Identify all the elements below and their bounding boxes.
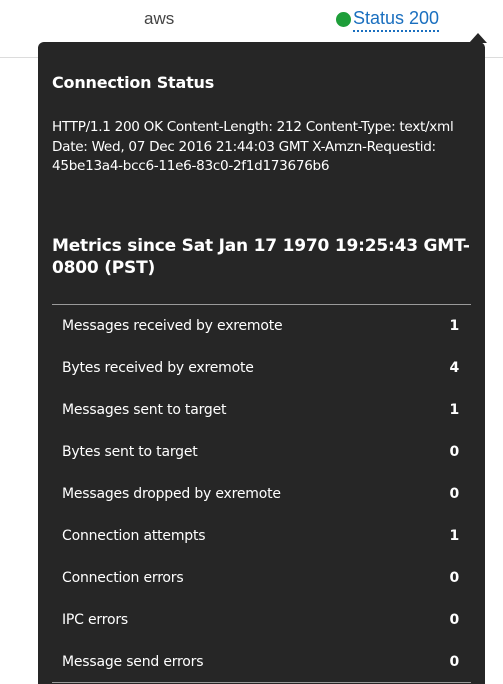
metric-row: IPC errors 0 (52, 599, 471, 641)
metric-value: 0 (449, 570, 459, 586)
metric-row: Messages dropped by exremote 0 (52, 473, 471, 515)
metrics-bottom-divider (52, 682, 471, 683)
status-label[interactable]: Status 200 (353, 7, 440, 32)
metric-label: IPC errors (62, 612, 128, 628)
host-label: aws (144, 9, 175, 28)
popover-title: Connection Status (52, 73, 215, 92)
metric-label: Connection attempts (62, 528, 206, 544)
metrics-title: Metrics since Sat Jan 17 1970 19:25:43 G… (52, 236, 470, 278)
metric-value: 4 (449, 360, 459, 376)
metric-label: Connection errors (62, 570, 184, 586)
metric-label: Message send errors (62, 654, 204, 670)
metric-value: 0 (449, 612, 459, 628)
metric-value: 1 (449, 318, 459, 334)
connection-status-popover: Connection Status HTTP/1.1 200 OK Conten… (38, 33, 487, 684)
metric-label: Messages dropped by exremote (62, 486, 281, 502)
page: aws Status 200 Connection Status HTTP/1.… (0, 0, 503, 684)
metric-label: Messages sent to target (62, 402, 227, 418)
metric-row: Bytes sent to target 0 (52, 431, 471, 473)
response-headers-text: HTTP/1.1 200 OK Content-Length: 212 Cont… (52, 119, 454, 174)
popover-caret (469, 33, 487, 43)
metric-value: 0 (449, 654, 459, 670)
metric-row: Connection attempts 1 (52, 515, 471, 557)
metric-value: 0 (449, 444, 459, 460)
metric-value: 1 (449, 402, 459, 418)
metric-value: 1 (449, 528, 459, 544)
metric-label: Bytes received by exremote (62, 360, 254, 376)
metric-label: Bytes sent to target (62, 444, 198, 460)
metric-row: Connection errors 0 (52, 557, 471, 599)
metric-value: 0 (449, 486, 459, 502)
metric-row: Bytes received by exremote 4 (52, 347, 471, 389)
metric-row: Message send errors 0 (52, 641, 471, 683)
metric-row: Messages received by exremote 1 (52, 305, 471, 347)
status-link[interactable]: Status 200 (336, 7, 440, 32)
metric-label: Messages received by exremote (62, 318, 283, 334)
metrics-table: Messages received by exremote 1 Bytes re… (52, 304, 471, 683)
status-indicator-icon (336, 12, 351, 27)
metric-row: Messages sent to target 1 (52, 389, 471, 431)
